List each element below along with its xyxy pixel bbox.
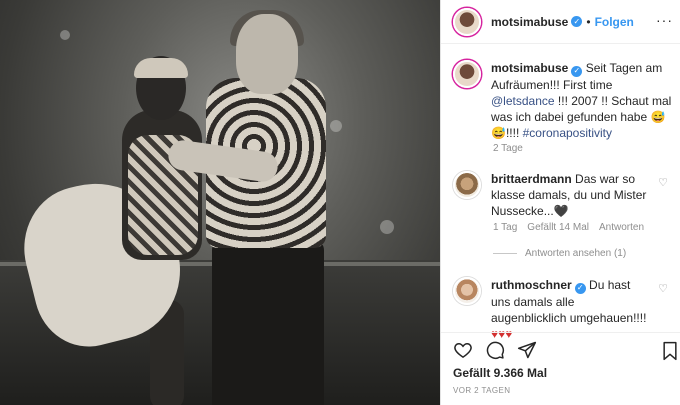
comment-actions: 1 Tag Gefällt 14 Mal Antworten — [493, 222, 644, 233]
commenter-avatar[interactable] — [453, 277, 481, 305]
share-icon[interactable] — [517, 340, 537, 360]
author-username[interactable]: motsimabuse — [491, 15, 568, 29]
comment-likes[interactable]: Gefällt 14 Mal — [527, 222, 589, 233]
like-count[interactable]: Gefällt 9.366 Mal — [453, 366, 547, 380]
comment: brittaerdmann Das war so klasse damals, … — [453, 171, 679, 219]
more-icon[interactable]: ··· — [656, 12, 673, 28]
man-trousers — [212, 240, 324, 405]
stage-light — [60, 30, 70, 40]
mention-link[interactable]: @letsdance — [491, 94, 555, 108]
verified-icon: ✓ — [571, 16, 583, 27]
caption-avatar[interactable] — [453, 60, 481, 88]
post-actions — [441, 332, 680, 366]
comment-text: brittaerdmann Das war so klasse damals, … — [491, 171, 651, 219]
comment-icon[interactable] — [485, 340, 505, 360]
stage-light — [380, 220, 394, 234]
comment-like-heart-icon[interactable]: ♡ — [658, 176, 668, 189]
stage-light — [330, 120, 342, 132]
verified-icon: ✓ — [571, 65, 583, 77]
post-header: motsimabuse ✓ • Folgen ··· — [441, 0, 680, 44]
comment-username[interactable]: brittaerdmann — [491, 172, 572, 186]
post-sidebar: motsimabuse ✓ • Folgen ··· motsimabuse ✓ … — [440, 0, 680, 405]
post-caption: motsimabuse ✓ Seit Tagen am Aufräumen!!! … — [453, 60, 679, 141]
comment-like-heart-icon[interactable]: ♡ — [658, 282, 668, 295]
replies-divider — [493, 253, 517, 254]
comment-username[interactable]: ruthmoschner — [491, 278, 572, 292]
bookmark-icon[interactable] — [661, 341, 679, 361]
caption-text: motsimabuse ✓ Seit Tagen am Aufräumen!!! … — [491, 60, 679, 141]
author-avatar[interactable] — [453, 7, 481, 36]
woman-headband — [134, 58, 188, 78]
heart-icon[interactable] — [453, 340, 473, 360]
follow-button[interactable]: Folgen — [595, 15, 634, 29]
reply-button[interactable]: Antworten — [599, 222, 644, 233]
separator-dot: • — [586, 14, 591, 29]
post-photo[interactable] — [0, 0, 440, 405]
caption-timestamp[interactable]: 2 Tage — [493, 143, 523, 154]
verified-icon: ✓ — [574, 282, 586, 294]
view-replies-label[interactable]: Antworten ansehen (1) — [525, 248, 626, 259]
view-replies[interactable]: Antworten ansehen (1) — [493, 248, 626, 259]
comment-time[interactable]: 1 Tag — [493, 222, 517, 233]
hashtag-link[interactable]: #coronapositivity — [523, 126, 612, 140]
commenter-avatar[interactable] — [453, 171, 481, 199]
man-face — [236, 14, 298, 94]
caption-username[interactable]: motsimabuse — [491, 61, 568, 75]
post-date: VOR 2 TAGEN — [453, 386, 511, 395]
